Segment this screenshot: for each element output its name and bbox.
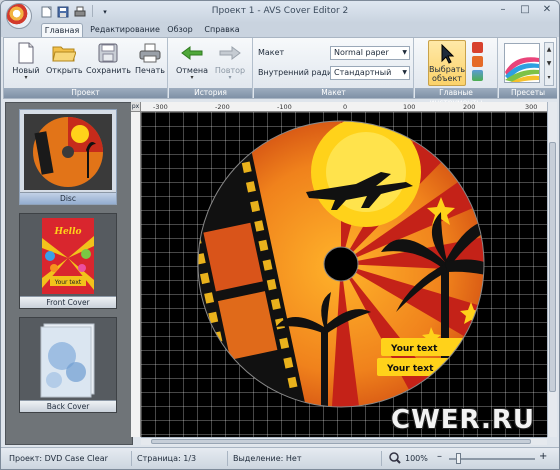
preset-scroll[interactable]: ▲ ▼ ▾	[544, 42, 554, 86]
status-bar: Проект: DVD Case Clear Страница: 1/3 Выд…	[1, 447, 559, 469]
tab-help[interactable]: Справка	[201, 23, 243, 37]
zoom-slider[interactable]	[449, 458, 535, 460]
chevron-down-icon[interactable]: ▼	[545, 57, 553, 71]
front-cover-art-text: Your text	[54, 279, 82, 286]
thumbnail-disc[interactable]: Disc	[19, 109, 117, 205]
print-button[interactable]: Печать	[134, 42, 166, 75]
ribbon-tabs: Главная Редактирование Обзор Справка	[1, 23, 559, 37]
disc-text-2[interactable]: Your text	[386, 364, 434, 374]
undo-arrow-icon	[179, 42, 205, 64]
save-disk-icon	[95, 42, 121, 64]
status-separator	[381, 451, 382, 466]
minimize-button[interactable]: –	[497, 4, 509, 15]
preset-thumbnail[interactable]	[504, 43, 540, 83]
ruler-tick: 0	[343, 103, 348, 111]
chevron-down-icon: ▾	[190, 74, 194, 81]
printer-icon	[137, 42, 163, 64]
status-selection: Выделение: Нет	[233, 454, 302, 463]
tab-home[interactable]: Главная	[41, 23, 83, 37]
front-cover-thumbnail-image: Hello Your text	[42, 218, 94, 294]
status-separator	[131, 451, 132, 466]
inner-radius-label: Внутренний радиус	[258, 68, 342, 77]
redo-arrow-icon	[217, 42, 243, 64]
zoom-in-button[interactable]: +	[539, 451, 547, 462]
image-tool-icon[interactable]	[472, 70, 483, 81]
design-canvas[interactable]: Your text Your text	[141, 112, 547, 437]
group-label-main-tools: Главные инструменты	[415, 88, 497, 107]
ruler-tick: 300	[525, 103, 538, 111]
chevron-down-icon: ▼	[402, 49, 407, 56]
text-tool-icon[interactable]	[472, 42, 483, 53]
new-document-icon	[13, 42, 39, 64]
tool-small-icons	[472, 42, 483, 81]
open-button[interactable]: Открыть	[46, 42, 83, 75]
front-cover-art-title: Hello	[53, 227, 81, 237]
tab-edit[interactable]: Редактирование	[89, 23, 161, 37]
tab-view[interactable]: Обзор	[165, 23, 195, 37]
redo-button[interactable]: Повтор ▾	[213, 42, 247, 81]
app-window: ▾ Проект 1 - AVS Cover Editor 2 – □ ✕ Гл…	[0, 0, 560, 470]
layout-dropdown[interactable]: Normal paper ▼	[330, 46, 410, 60]
group-label-layout: Макет	[254, 88, 413, 98]
chevron-down-icon: ▼	[402, 69, 407, 76]
ruler-tick: 200	[463, 103, 476, 111]
zoom-value: 100%	[405, 454, 428, 463]
save-button[interactable]: Сохранить	[86, 42, 131, 75]
back-cover-thumbnail-image	[24, 322, 112, 398]
ruler-vertical	[131, 112, 141, 437]
disc-thumbnail-image	[24, 114, 112, 190]
group-label-project: Проект	[4, 88, 167, 98]
group-project: Новый ▾ Открыть Сохранить Печать Проект	[4, 38, 168, 98]
zoom-search-icon[interactable]	[389, 452, 401, 466]
thumbnail-caption: Disc	[20, 192, 116, 204]
horizontal-scroll-thumb[interactable]	[151, 439, 531, 444]
thumbnail-back-cover[interactable]: Back Cover	[19, 317, 117, 413]
ruler-tick: 100	[403, 103, 416, 111]
new-button[interactable]: Новый ▾	[10, 42, 42, 81]
folder-open-icon	[51, 42, 77, 64]
zoom-out-button[interactable]: –	[437, 451, 442, 462]
status-project: Проект: DVD Case Clear	[9, 454, 108, 463]
thumbnail-front-cover[interactable]: Hello Your text Front Cover	[19, 213, 117, 309]
status-separator	[227, 451, 228, 466]
window-controls: – □ ✕	[497, 4, 553, 15]
disc-artwork[interactable]: Your text Your text	[141, 112, 547, 437]
group-layout: Макет Normal paper ▼ Внутренний радиус С…	[254, 38, 414, 98]
status-page: Страница: 1/3	[137, 454, 197, 463]
vertical-scrollbar[interactable]	[547, 102, 557, 437]
group-label-presets: Пресеты	[499, 88, 557, 98]
ruler-tick: -200	[215, 103, 230, 111]
ruler-tick: -300	[153, 103, 168, 111]
horizontal-scrollbar[interactable]	[141, 437, 547, 445]
layout-label: Макет	[258, 48, 285, 57]
thumbnail-caption: Back Cover	[20, 400, 116, 412]
chevron-down-icon: ▾	[228, 74, 232, 81]
app-menu-icon[interactable]	[6, 3, 32, 29]
chevron-up-icon[interactable]: ▲	[545, 43, 553, 57]
undo-button[interactable]: Отмена ▾	[175, 42, 209, 81]
close-button[interactable]: ✕	[541, 4, 553, 15]
window-title: Проект 1 - AVS Cover Editor 2	[211, 6, 349, 16]
more-presets-icon[interactable]: ▾	[545, 71, 553, 85]
text-style-icon[interactable]	[472, 56, 483, 67]
cursor-arrow-icon	[437, 43, 457, 64]
disc-text-1[interactable]: Your text	[390, 344, 438, 354]
watermark-text: CWER.RU	[391, 405, 536, 435]
ruler-unit: px	[131, 102, 141, 112]
title-bar: ▾ Проект 1 - AVS Cover Editor 2 – □ ✕	[1, 1, 559, 29]
pages-panel: Disc Hello Your text Front Cover Back Co…	[5, 102, 133, 445]
chevron-down-icon: ▾	[24, 74, 28, 81]
group-label-history: История	[169, 88, 252, 98]
zoom-slider-handle[interactable]	[455, 453, 461, 464]
ruler-tick: -100	[277, 103, 292, 111]
group-history: Отмена ▾ Повтор ▾ История	[169, 38, 253, 98]
ruler-horizontal: -300 -200 -100 0 100 200 300	[141, 102, 547, 112]
ribbon: Новый ▾ Открыть Сохранить Печать Проект …	[3, 37, 557, 107]
inner-radius-dropdown[interactable]: Стандартный ▼	[330, 66, 410, 80]
select-object-button[interactable]: Выбрать объект	[428, 40, 466, 86]
vertical-scroll-thumb[interactable]	[549, 142, 556, 392]
thumbnail-caption: Front Cover	[20, 296, 116, 308]
maximize-button[interactable]: □	[519, 4, 531, 15]
